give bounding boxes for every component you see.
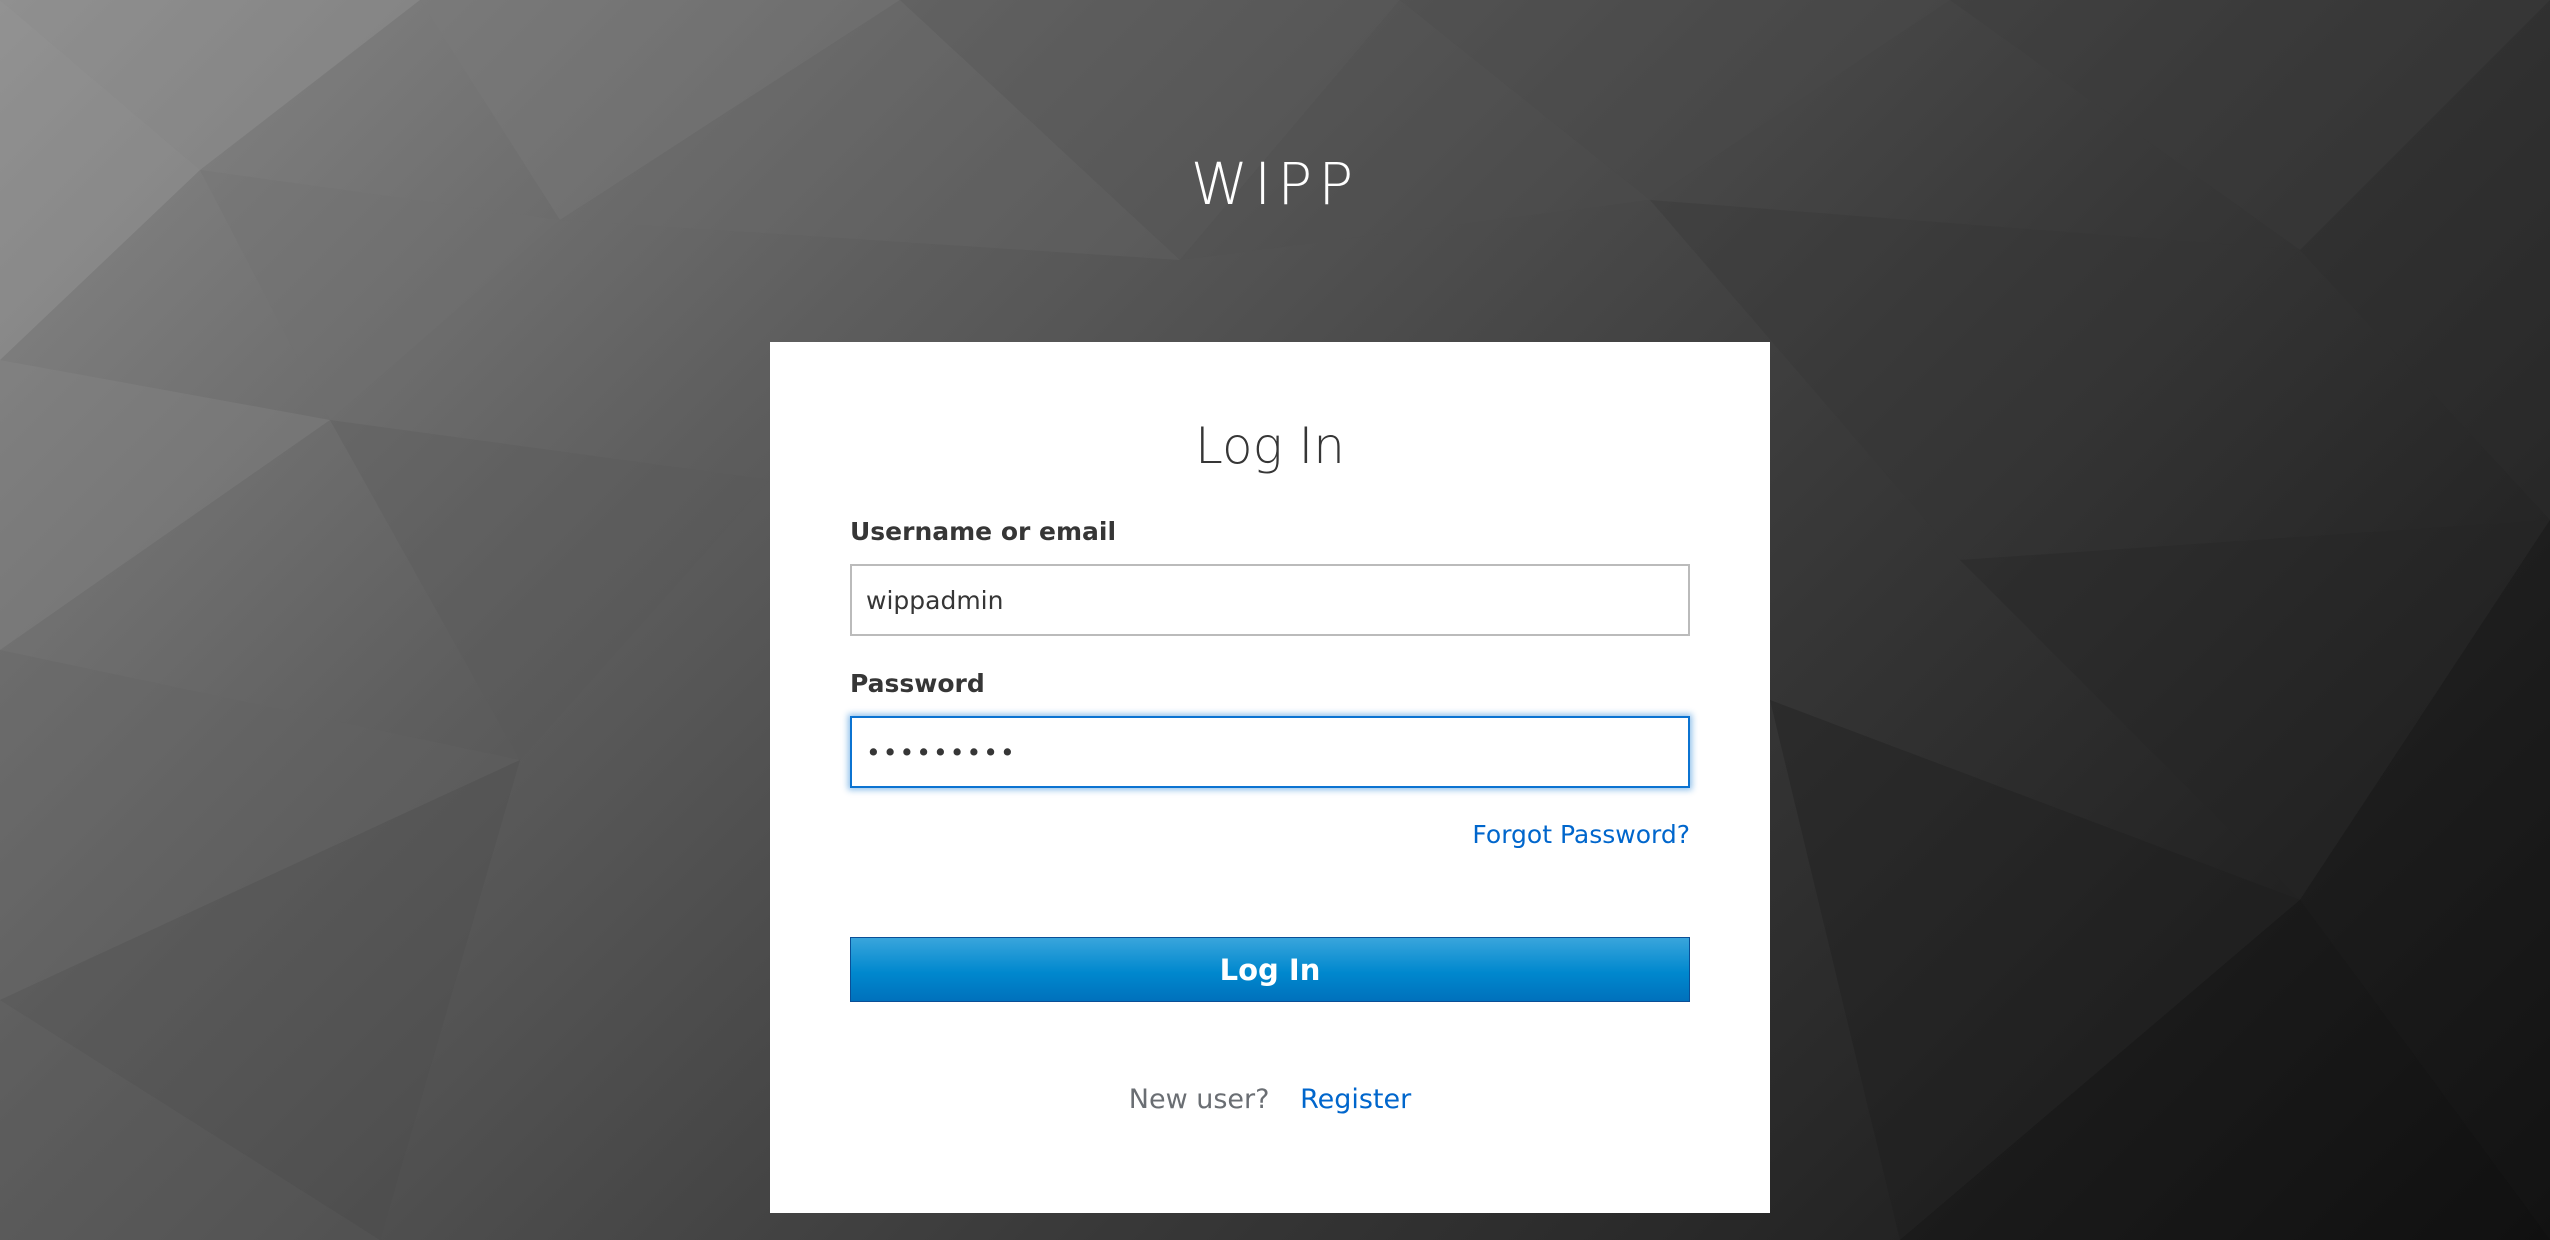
password-label: Password — [850, 669, 985, 698]
username-label: Username or email — [850, 517, 1117, 546]
password-input[interactable] — [850, 716, 1690, 788]
forgot-password-link[interactable]: Forgot Password? — [1472, 820, 1690, 849]
username-input[interactable] — [850, 564, 1690, 636]
new-user-text: New user? — [1128, 1084, 1270, 1115]
register-link[interactable]: Register — [1300, 1084, 1411, 1115]
register-row: New user? Register — [770, 1084, 1770, 1115]
brand-title: WIPP — [1190, 150, 1360, 218]
login-heading: Log In — [1195, 417, 1345, 475]
login-button[interactable]: Log In — [850, 937, 1690, 1002]
login-card: Log In Username or email Password Forgot… — [770, 342, 1770, 1213]
